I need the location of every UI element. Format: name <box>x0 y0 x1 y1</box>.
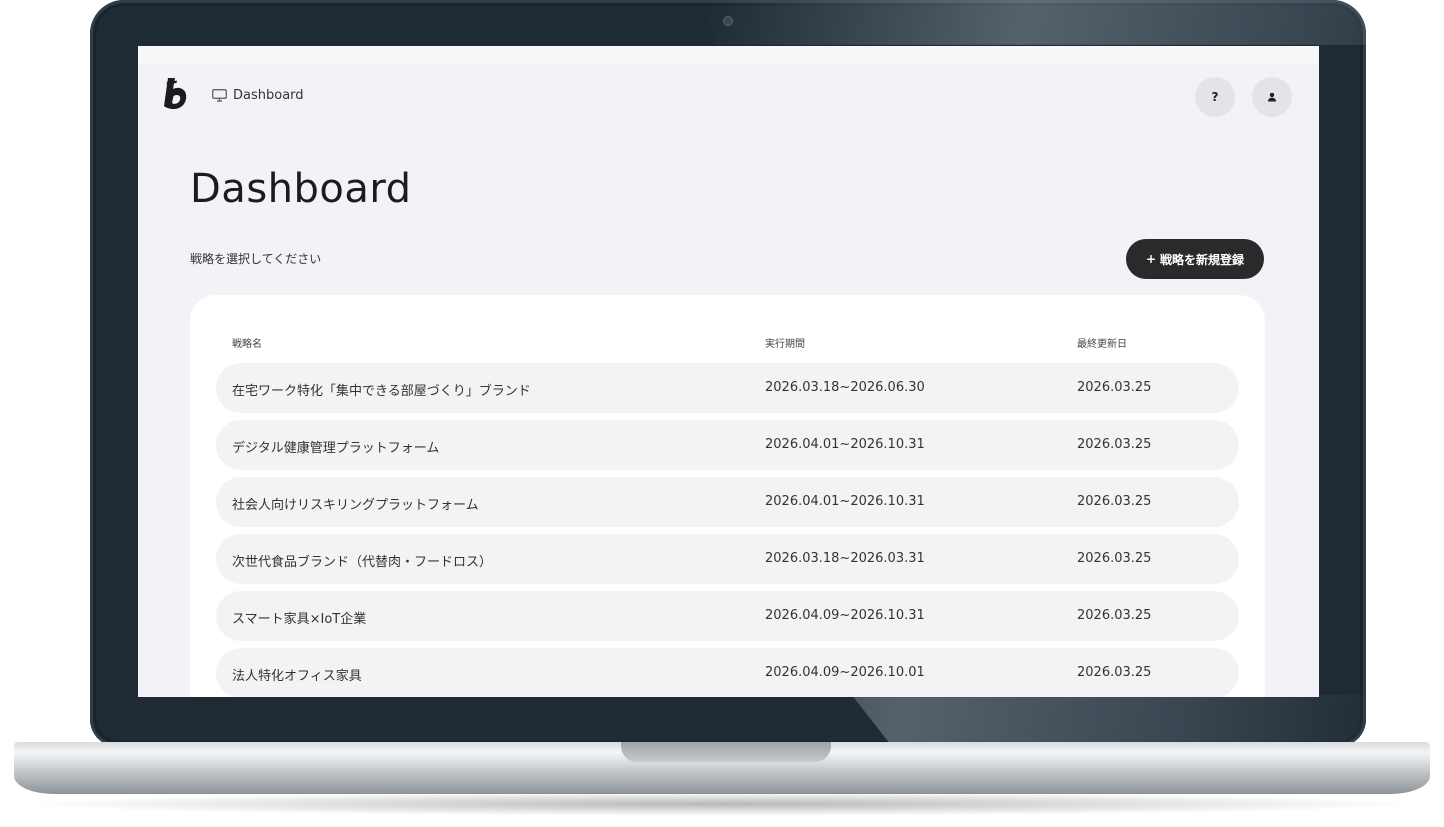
strategy-updated: 2026.03.25 <box>1077 494 1152 509</box>
strategy-name: 在宅ワーク特化「集中できる部屋づくり」ブランド <box>232 384 531 399</box>
column-header-updated: 最終更新日 <box>1077 339 1127 350</box>
page-title: Dashboard <box>190 166 412 212</box>
strategy-name: 社会人向けリスキリングプラットフォーム <box>232 498 479 513</box>
table-row[interactable]: 社会人向けリスキリングプラットフォーム 2026.04.01~2026.10.3… <box>216 477 1239 527</box>
screen-top-strip <box>138 46 1319 64</box>
table-row[interactable]: デジタル健康管理プラットフォーム 2026.04.01~2026.10.31 2… <box>216 420 1239 470</box>
app-logo-icon[interactable] <box>162 76 188 112</box>
help-button[interactable]: ? <box>1195 77 1235 117</box>
new-strategy-button[interactable]: + 戦略を新規登録 <box>1126 239 1264 279</box>
strategy-period: 2026.04.01~2026.10.31 <box>765 437 925 452</box>
table-row[interactable]: スマート家具×IoT企業 2026.04.09~2026.10.31 2026.… <box>216 591 1239 641</box>
app-screen: Dashboard ? Dashboard 戦略を選択してください + 戦略を新… <box>138 46 1319 697</box>
page-subtitle: 戦略を選択してください <box>190 252 322 266</box>
column-header-period: 実行期間 <box>765 339 805 350</box>
strategy-name: スマート家具×IoT企業 <box>232 612 367 627</box>
strategy-period: 2026.03.18~2026.03.31 <box>765 551 925 566</box>
strategy-name: 法人特化オフィス家具 <box>232 669 362 684</box>
laptop-shadow <box>20 792 1424 816</box>
strategy-table: 戦略名 実行期間 最終更新日 在宅ワーク特化「集中できる部屋づくり」ブランド 2… <box>190 295 1265 697</box>
question-icon: ? <box>1211 90 1219 104</box>
plus-icon: + <box>1145 252 1157 266</box>
strategy-period: 2026.04.09~2026.10.01 <box>765 665 925 680</box>
monitor-icon <box>212 89 227 102</box>
breadcrumb-label[interactable]: Dashboard <box>233 88 304 103</box>
strategy-name: デジタル健康管理プラットフォーム <box>232 441 440 456</box>
user-button[interactable] <box>1252 77 1292 117</box>
breadcrumb: Dashboard <box>212 88 304 103</box>
column-header-name: 戦略名 <box>232 339 262 350</box>
table-row[interactable]: 次世代食品ブランド（代替肉・フードロス） 2026.03.18~2026.03.… <box>216 534 1239 584</box>
user-icon <box>1268 92 1276 102</box>
strategy-updated: 2026.03.25 <box>1077 380 1152 395</box>
table-row[interactable]: 在宅ワーク特化「集中できる部屋づくり」ブランド 2026.03.18~2026.… <box>216 363 1239 413</box>
strategy-updated: 2026.03.25 <box>1077 437 1152 452</box>
strategy-name: 次世代食品ブランド（代替肉・フードロス） <box>232 555 493 570</box>
strategy-period: 2026.04.01~2026.10.31 <box>765 494 925 509</box>
strategy-period: 2026.03.18~2026.06.30 <box>765 380 925 395</box>
laptop-notch <box>621 742 831 762</box>
strategy-period: 2026.04.09~2026.10.31 <box>765 608 925 623</box>
laptop-base <box>14 742 1430 794</box>
strategy-updated: 2026.03.25 <box>1077 551 1152 566</box>
camera-icon <box>724 17 732 25</box>
table-row[interactable]: 法人特化オフィス家具 2026.04.09~2026.10.01 2026.03… <box>216 648 1239 697</box>
strategy-updated: 2026.03.25 <box>1077 665 1152 680</box>
new-strategy-label: 戦略を新規登録 <box>1160 252 1245 267</box>
strategy-updated: 2026.03.25 <box>1077 608 1152 623</box>
